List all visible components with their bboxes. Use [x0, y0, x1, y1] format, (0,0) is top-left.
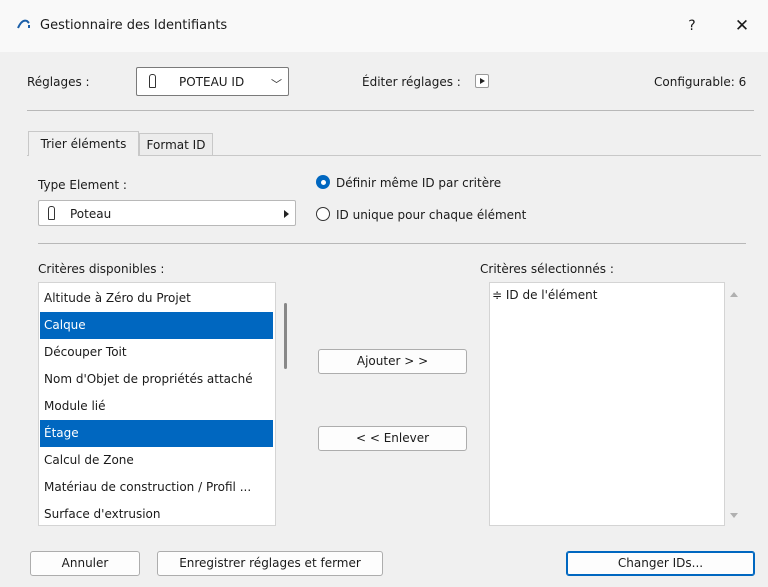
list-item[interactable]: Découper Toit — [40, 339, 273, 366]
add-button[interactable]: Ajouter > > — [318, 349, 467, 374]
cancel-button[interactable]: Annuler — [30, 551, 140, 576]
radio-unique-id[interactable] — [316, 207, 330, 221]
list-item[interactable]: Surface d'extrusion — [40, 501, 273, 528]
type-element-label: Type Element : — [38, 178, 127, 192]
save-and-close-button[interactable]: Enregistrer réglages et fermer — [157, 551, 383, 576]
list-item[interactable]: Étage — [40, 420, 273, 447]
scroll-down-icon[interactable] — [730, 513, 738, 518]
divider — [27, 110, 754, 111]
selected-criteria-label: Critères sélectionnés : — [480, 262, 614, 276]
list-scrollbar[interactable] — [284, 303, 287, 369]
list-item[interactable]: Matériau de construction / Profil ... — [40, 474, 273, 501]
list-item[interactable]: ≑ ID de l'élément — [492, 288, 597, 302]
available-criteria-label: Critères disponibles : — [38, 262, 165, 276]
type-element-value: Poteau — [70, 207, 112, 221]
tab-trier-elements[interactable]: Trier éléments — [28, 131, 139, 156]
help-button[interactable]: ? — [680, 14, 704, 38]
change-ids-button[interactable]: Changer IDs... — [566, 551, 755, 576]
list-item[interactable]: Nom d'Objet de propriétés attaché — [40, 366, 273, 393]
radio-unique-id-label[interactable]: ID unique pour chaque élément — [336, 208, 526, 222]
close-button[interactable]: ✕ — [730, 14, 754, 38]
list-item[interactable]: Altitude à Zéro du Projet — [40, 285, 273, 312]
reglages-label: Réglages : — [27, 75, 90, 89]
list-item[interactable]: Module lié — [40, 393, 273, 420]
available-criteria-list[interactable]: Altitude à Zéro du Projet Calque Découpe… — [38, 282, 276, 526]
edit-settings-label: Éditer réglages : — [362, 75, 461, 89]
divider — [38, 243, 746, 244]
type-element-selector[interactable]: Poteau — [38, 200, 296, 226]
chevron-right-icon — [284, 210, 289, 218]
preset-dropdown[interactable]: POTEAU ID ﹀ — [136, 67, 289, 96]
radio-same-id[interactable] — [316, 175, 330, 189]
selected-criteria-list[interactable] — [489, 282, 725, 526]
remove-button[interactable]: < < Enlever — [318, 426, 467, 451]
tab-format-id[interactable]: Format ID — [139, 133, 213, 155]
radio-same-id-label[interactable]: Définir même ID par critère — [336, 176, 501, 190]
configurable-count: Configurable: 6 — [654, 75, 747, 89]
chevron-down-icon: ﹀ — [271, 78, 282, 91]
title-bar: Gestionnaire des Identifiants ? ✕ — [0, 0, 768, 52]
list-item[interactable]: Calcul de Zone — [40, 447, 273, 474]
window-title: Gestionnaire des Identifiants — [40, 18, 228, 33]
edit-settings-button[interactable] — [475, 74, 489, 88]
column-icon — [149, 74, 156, 88]
column-icon — [48, 206, 55, 220]
scroll-up-icon[interactable] — [730, 292, 738, 297]
preset-value: POTEAU ID — [179, 75, 245, 89]
app-icon — [17, 19, 30, 29]
list-item[interactable]: Calque — [40, 312, 273, 339]
